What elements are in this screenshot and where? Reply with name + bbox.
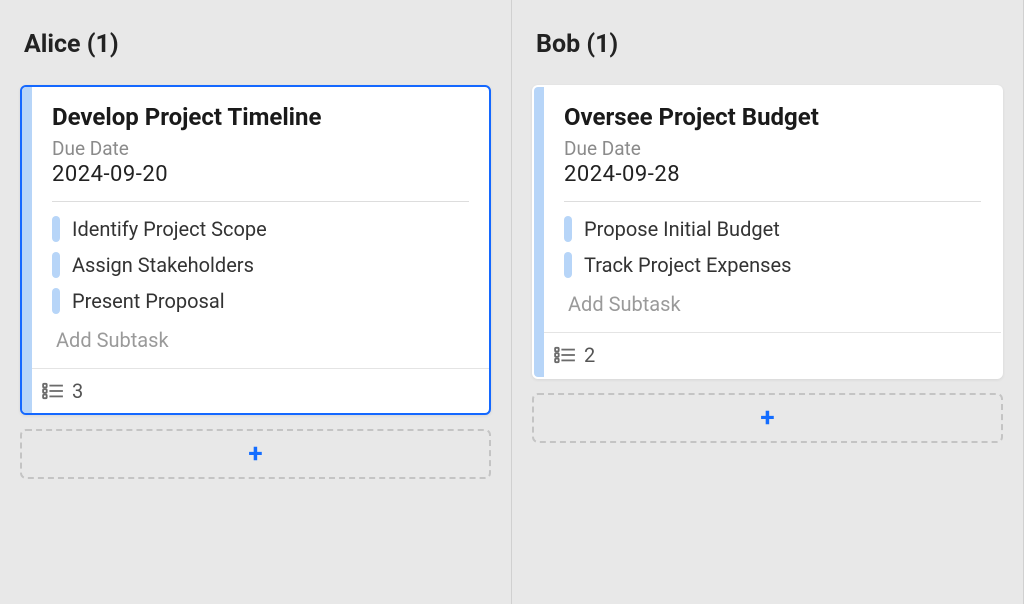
plus-icon: + — [248, 441, 262, 467]
add-card-button[interactable]: + — [532, 393, 1003, 443]
task-title: Oversee Project Budget — [564, 103, 981, 131]
add-subtask-button[interactable]: Add Subtask — [52, 324, 469, 362]
divider — [564, 201, 981, 202]
column-bob: Bob (1) Oversee Project Budget Due Date … — [512, 0, 1024, 604]
subtask-label: Assign Stakeholders — [72, 253, 254, 277]
subtask-label: Propose Initial Budget — [584, 217, 780, 241]
subtask-label: Track Project Expenses — [584, 253, 791, 277]
subtask-chip — [564, 252, 572, 278]
plus-icon: + — [760, 405, 774, 431]
subtask-label: Identify Project Scope — [72, 217, 267, 241]
card-footer: 3 — [22, 368, 489, 413]
card-accent — [22, 87, 32, 413]
subtask-count: 2 — [584, 343, 595, 367]
subtask-chip — [52, 288, 60, 314]
card-accent — [534, 87, 544, 377]
subtask-item[interactable]: Track Project Expenses — [564, 252, 981, 278]
subtask-list: Identify Project Scope Assign Stakeholde… — [52, 216, 469, 314]
list-icon — [554, 346, 576, 364]
column-header: Bob (1) — [536, 30, 1003, 59]
due-date-value: 2024-09-28 — [564, 162, 981, 187]
subtask-item[interactable]: Present Proposal — [52, 288, 469, 314]
subtask-item[interactable]: Assign Stakeholders — [52, 252, 469, 278]
task-card[interactable]: Oversee Project Budget Due Date 2024-09-… — [532, 85, 1003, 379]
subtask-list: Propose Initial Budget Track Project Exp… — [564, 216, 981, 278]
add-card-button[interactable]: + — [20, 429, 491, 479]
subtask-item[interactable]: Identify Project Scope — [52, 216, 469, 242]
due-date-label: Due Date — [564, 137, 981, 160]
task-card[interactable]: Develop Project Timeline Due Date 2024-0… — [20, 85, 491, 415]
task-title: Develop Project Timeline — [52, 103, 469, 131]
subtask-item[interactable]: Propose Initial Budget — [564, 216, 981, 242]
subtask-chip — [52, 216, 60, 242]
subtask-label: Present Proposal — [72, 289, 225, 313]
add-subtask-button[interactable]: Add Subtask — [564, 288, 981, 326]
subtask-chip — [52, 252, 60, 278]
column-alice: Alice (1) Develop Project Timeline Due D… — [0, 0, 512, 604]
subtask-count: 3 — [72, 379, 83, 403]
card-body: Oversee Project Budget Due Date 2024-09-… — [534, 87, 1001, 332]
due-date-value: 2024-09-20 — [52, 162, 469, 187]
subtask-chip — [564, 216, 572, 242]
card-footer: 2 — [534, 332, 1001, 377]
due-date-label: Due Date — [52, 137, 469, 160]
column-header: Alice (1) — [24, 30, 491, 59]
list-icon — [42, 382, 64, 400]
card-body: Develop Project Timeline Due Date 2024-0… — [22, 87, 489, 368]
divider — [52, 201, 469, 202]
